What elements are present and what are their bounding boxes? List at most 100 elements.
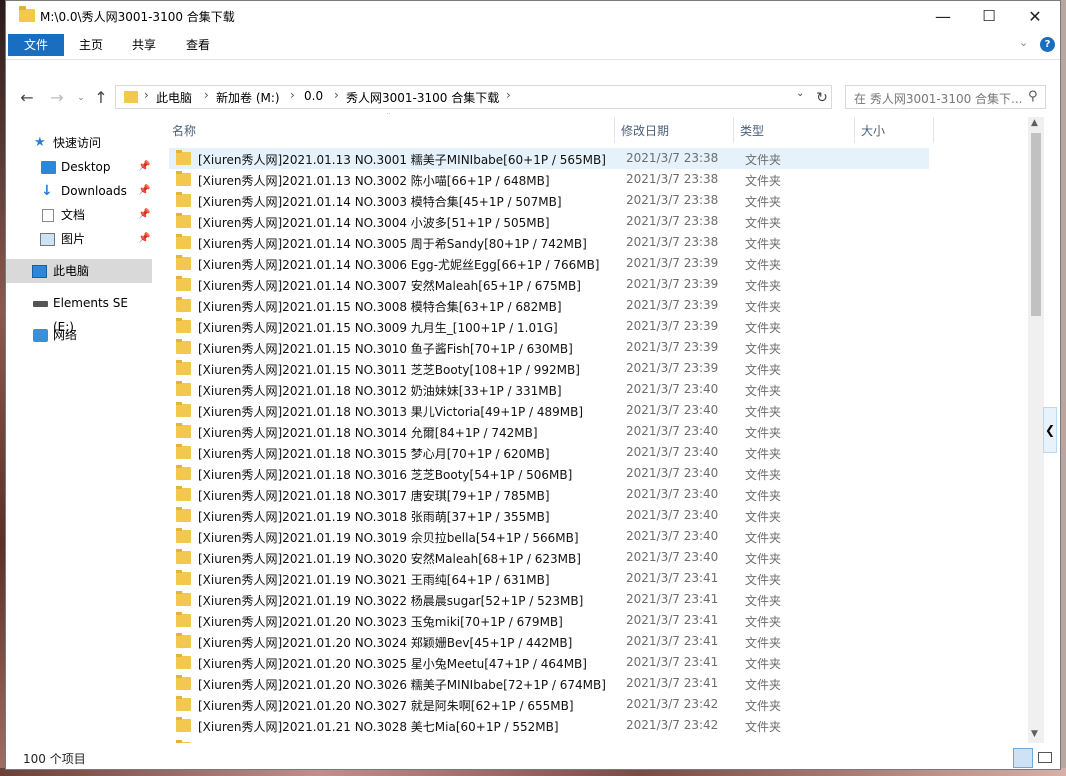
table-row[interactable]: [Xiuren秀人网]2021.01.18 NO.3017 唐安琪[79+1P … <box>169 484 929 505</box>
search-input[interactable]: 在 秀人网3001-3100 合集下... ⚲ <box>845 85 1046 109</box>
table-row[interactable]: [Xiuren秀人网]2021.01.19 NO.3019 佘贝拉bella[5… <box>169 526 929 547</box>
column-name[interactable]: 名称 <box>172 122 196 139</box>
file-name[interactable]: [Xiuren秀人网]2021.01.18 NO.3012 奶油妹妹[33+1P… <box>198 382 562 399</box>
file-name[interactable]: [Xiuren秀人网]2021.01.15 NO.3008 模特合集[63+1P… <box>198 298 562 315</box>
file-name[interactable]: [Xiuren秀人网]2021.01.18 NO.3014 允爾[84+1P /… <box>198 424 538 441</box>
table-row[interactable]: [Xiuren秀人网]2021.01.18 NO.3014 允爾[84+1P /… <box>169 421 929 442</box>
table-row[interactable]: [Xiuren秀人网]2021.01.14 NO.3003 模特合集[45+1P… <box>169 190 929 211</box>
file-name[interactable]: [Xiuren秀人网]2021.01.20 NO.3026 糯美子MINIbab… <box>198 676 606 693</box>
file-name[interactable]: [Xiuren秀人网]2021.01.15 NO.3010 鱼子酱Fish[70… <box>198 340 573 357</box>
table-row[interactable]: [Xiuren秀人网]2021.01.14 NO.3007 安然Maleah[6… <box>169 274 929 295</box>
table-row[interactable]: [Xiuren秀人网]2021.01.18 NO.3016 芝芝Booty[54… <box>169 463 929 484</box>
table-row[interactable]: [Xiuren秀人网]2021.01.15 NO.3010 鱼子酱Fish[70… <box>169 337 929 358</box>
forward-arrow-icon[interactable]: → <box>46 87 68 109</box>
file-name[interactable]: [Xiuren秀人网]2021.01.19 NO.3018 张雨萌[37+1P … <box>198 508 550 525</box>
breadcrumb-this-pc[interactable]: 此电脑 <box>156 89 192 106</box>
table-row[interactable]: [Xiuren秀人网]2021.01.14 NO.3006 Egg-尤妮丝Egg… <box>169 253 929 274</box>
column-divider[interactable] <box>854 117 855 143</box>
vertical-scrollbar[interactable]: ▲ ▼ <box>1028 117 1044 743</box>
file-name[interactable]: [Xiuren秀人网]2021.01.18 NO.3015 梦心月[70+1P … <box>198 445 550 462</box>
refresh-icon[interactable]: ↻ <box>811 87 833 109</box>
file-name[interactable]: [Xiuren秀人网]2021.01.18 NO.3013 果儿Victoria… <box>198 403 583 420</box>
up-arrow-icon[interactable]: ↑ <box>90 87 112 109</box>
file-name[interactable]: [Xiuren秀人网]2021.01.14 NO.3003 模特合集[45+1P… <box>198 193 562 210</box>
file-name[interactable]: [Xiuren秀人网]2021.01.19 NO.3022 杨晨晨sugar[5… <box>198 592 583 609</box>
address-dropdown-icon[interactable]: ⌄ <box>796 88 804 99</box>
nav-this-pc[interactable]: 此电脑 <box>6 259 152 283</box>
file-name[interactable]: [Xiuren秀人网]2021.01.20 NO.3027 就是阿朱啊[62+1… <box>198 697 574 714</box>
file-name[interactable]: [Xiuren秀人网]2021.01.21 NO.3028 美七Mia[60+1… <box>198 718 559 735</box>
table-row[interactable]: [Xiuren秀人网]2021.01.18 NO.3013 果儿Victoria… <box>169 400 929 421</box>
scroll-down-icon[interactable]: ▼ <box>1031 729 1038 739</box>
nav-item-pictures[interactable]: 图片 📌 <box>6 227 152 251</box>
close-button[interactable]: ✕ <box>1012 1 1058 32</box>
table-row[interactable]: [Xiuren秀人网]2021.01.18 NO.3012 奶油妹妹[33+1P… <box>169 379 929 400</box>
breadcrumb-current-folder[interactable]: 秀人网3001-3100 合集下载 <box>346 89 499 106</box>
scroll-up-icon[interactable]: ▲ <box>1031 118 1038 128</box>
file-name[interactable]: [Xiuren秀人网]2021.01.15 NO.3009 九月生_[100+1… <box>198 319 558 336</box>
table-row[interactable]: [Xiuren秀人网]2021.01.20 NO.3023 玉兔miki[70+… <box>169 610 929 631</box>
table-row[interactable]: [Xiuren秀人网]2021.01.19 NO.3021 王雨纯[64+1P … <box>169 568 929 589</box>
breadcrumb-drive[interactable]: 新加卷 (M:) <box>216 89 280 106</box>
file-name[interactable]: [Xiuren秀人网]2021.01.14 NO.3005 周于希Sandy[8… <box>198 235 587 252</box>
table-row[interactable]: [Xiuren秀人网]2021.01.20 NO.3025 星小兔Meetu[4… <box>169 652 929 673</box>
chevron-down-icon[interactable]: ⌄ <box>1019 36 1028 49</box>
nav-item-downloads[interactable]: ↓ Downloads 📌 <box>6 179 152 203</box>
table-row[interactable]: [Xiuren秀人网]2021.01.19 NO.3018 张雨萌[37+1P … <box>169 505 929 526</box>
column-divider[interactable] <box>614 117 615 143</box>
column-size[interactable]: 大小 <box>861 122 885 139</box>
nav-item-documents[interactable]: 文档 📌 <box>6 203 152 227</box>
table-row[interactable]: [Xiuren秀人网]2021.01.18 NO.3015 梦心月[70+1P … <box>169 442 929 463</box>
file-name[interactable]: [Xiuren秀人网]2021.01.14 NO.3007 安然Maleah[6… <box>198 277 581 294</box>
column-divider[interactable] <box>933 117 934 143</box>
nav-item-desktop[interactable]: Desktop 📌 <box>6 155 152 179</box>
table-row[interactable]: [Xiuren秀人网]2021.01.14 NO.3004 小波多[51+1P … <box>169 211 929 232</box>
table-row[interactable]: [Xiuren秀人网]2021.01.20 NO.3026 糯美子MINIbab… <box>169 673 929 694</box>
table-row[interactable]: [Xiuren秀人网]2021.01.19 NO.3020 安然Maleah[6… <box>169 547 929 568</box>
scroll-thumb[interactable] <box>1031 133 1041 316</box>
file-name[interactable]: [Xiuren秀人网]2021.01.14 NO.3006 Egg-尤妮丝Egg… <box>198 256 600 273</box>
tab-file[interactable]: 文件 <box>8 34 64 56</box>
file-name[interactable]: [Xiuren秀人网]2021.01.13 NO.3001 糯美子MINIbab… <box>198 151 606 168</box>
file-name[interactable]: [Xiuren秀人网]2021.01.15 NO.3011 芝芝Booty[10… <box>198 361 580 378</box>
column-type[interactable]: 类型 <box>740 122 764 139</box>
table-row[interactable]: [Xiuren秀人网]2021.01.21 NO.3028 美七Mia[60+1… <box>169 715 929 736</box>
file-name[interactable]: [Xiuren秀人网]2021.01.20 NO.3025 星小兔Meetu[4… <box>198 655 587 672</box>
tab-share[interactable]: 共享 <box>129 34 159 56</box>
details-view-icon[interactable] <box>1013 748 1033 768</box>
nav-drive-e[interactable]: Elements SE (E:) <box>6 291 152 334</box>
nav-network[interactable]: 网络 <box>6 323 152 347</box>
table-row[interactable]: [Xiuren秀人网]2021.01.20 NO.3024 郑颖姗Bev[45+… <box>169 631 929 652</box>
file-name[interactable]: [Xiuren秀人网]2021.01.19 NO.3020 安然Maleah[6… <box>198 550 581 567</box>
table-row[interactable]: [Xiuren秀人网]2021.01.20 NO.3027 就是阿朱啊[62+1… <box>169 694 929 715</box>
large-icons-view-icon[interactable] <box>1036 748 1054 766</box>
file-name[interactable]: [Xiuren秀人网]2021.01.19 NO.3019 佘贝拉bella[5… <box>198 529 579 546</box>
file-name[interactable]: [Xiuren秀人网]2021.01.18 NO.3017 唐安琪[79+1P … <box>198 487 550 504</box>
file-name[interactable]: [Xiuren秀人网]2021.01.14 NO.3004 小波多[51+1P … <box>198 214 550 231</box>
breadcrumb-folder-00[interactable]: 0.0 <box>304 89 323 103</box>
column-divider[interactable] <box>733 117 734 143</box>
help-icon[interactable]: ? <box>1040 37 1055 52</box>
file-name[interactable]: [Xiuren秀人网]2021.01.13 NO.3002 陈小喵[66+1P … <box>198 172 550 189</box>
recent-chevron-icon[interactable]: ⌄ <box>70 87 92 109</box>
file-name[interactable]: [Xiuren秀人网]2021.01.20 NO.3024 郑颖姗Bev[45+… <box>198 634 572 651</box>
minimize-button[interactable]: — <box>920 1 966 32</box>
file-name[interactable]: [Xiuren秀人网]2021.01.19 NO.3021 王雨纯[64+1P … <box>198 571 550 588</box>
maximize-button[interactable]: ☐ <box>966 1 1012 32</box>
file-name[interactable]: [Xiuren秀人网]2021.01.20 NO.3023 玉兔miki[70+… <box>198 613 563 630</box>
tab-home[interactable]: 主页 <box>76 34 106 56</box>
table-row[interactable]: [Xiuren秀人网]2021.01.15 NO.3009 九月生_[100+1… <box>169 316 929 337</box>
back-arrow-icon[interactable]: ← <box>16 87 38 109</box>
table-row[interactable]: [Xiuren秀人网]2021.01.19 NO.3022 杨晨晨sugar[5… <box>169 589 929 610</box>
address-bar[interactable]: › 此电脑 › 新加卷 (M:) › 0.0 › 秀人网3001-3100 合集… <box>115 85 832 109</box>
table-row[interactable]: [Xiuren秀人网]2021.01.15 NO.3008 模特合集[63+1P… <box>169 295 929 316</box>
table-row[interactable]: [Xiuren秀人网]2021.01.13 NO.3002 陈小喵[66+1P … <box>169 169 929 190</box>
table-row[interactable]: [Xiuren秀人网]2021.01.14 NO.3005 周于希Sandy[8… <box>169 232 929 253</box>
file-name[interactable]: [Xiuren秀人网]2021.01.18 NO.3016 芝芝Booty[54… <box>198 466 572 483</box>
preview-pane-toggle[interactable]: ❮ <box>1043 407 1057 453</box>
column-date[interactable]: 修改日期 <box>621 122 669 139</box>
table-row[interactable]: [Xiuren秀人网]2021.01.13 NO.3001 糯美子MINIbab… <box>169 148 929 169</box>
table-row[interactable]: [Xiuren秀人网]2021.01.15 NO.3011 芝芝Booty[10… <box>169 358 929 379</box>
tab-view[interactable]: 查看 <box>183 34 213 56</box>
nav-quick-access[interactable]: ★ 快速访问 <box>6 131 152 155</box>
